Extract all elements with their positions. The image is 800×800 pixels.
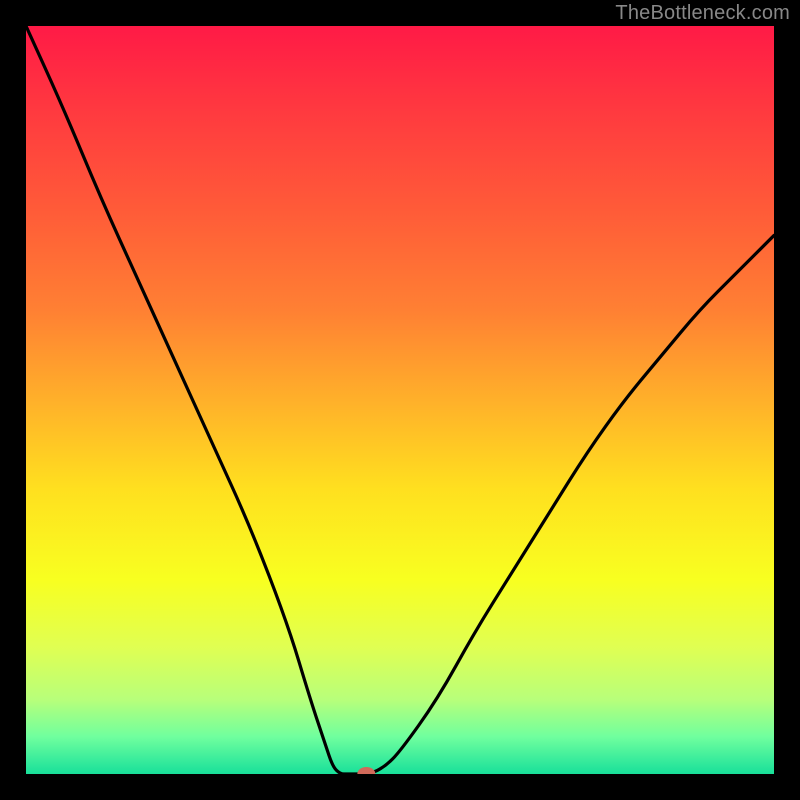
chart-container: TheBottleneck.com bbox=[0, 0, 800, 800]
watermark-text: TheBottleneck.com bbox=[615, 2, 790, 25]
plot-area bbox=[26, 26, 774, 774]
gradient-background bbox=[26, 26, 774, 774]
chart-svg bbox=[26, 26, 774, 774]
